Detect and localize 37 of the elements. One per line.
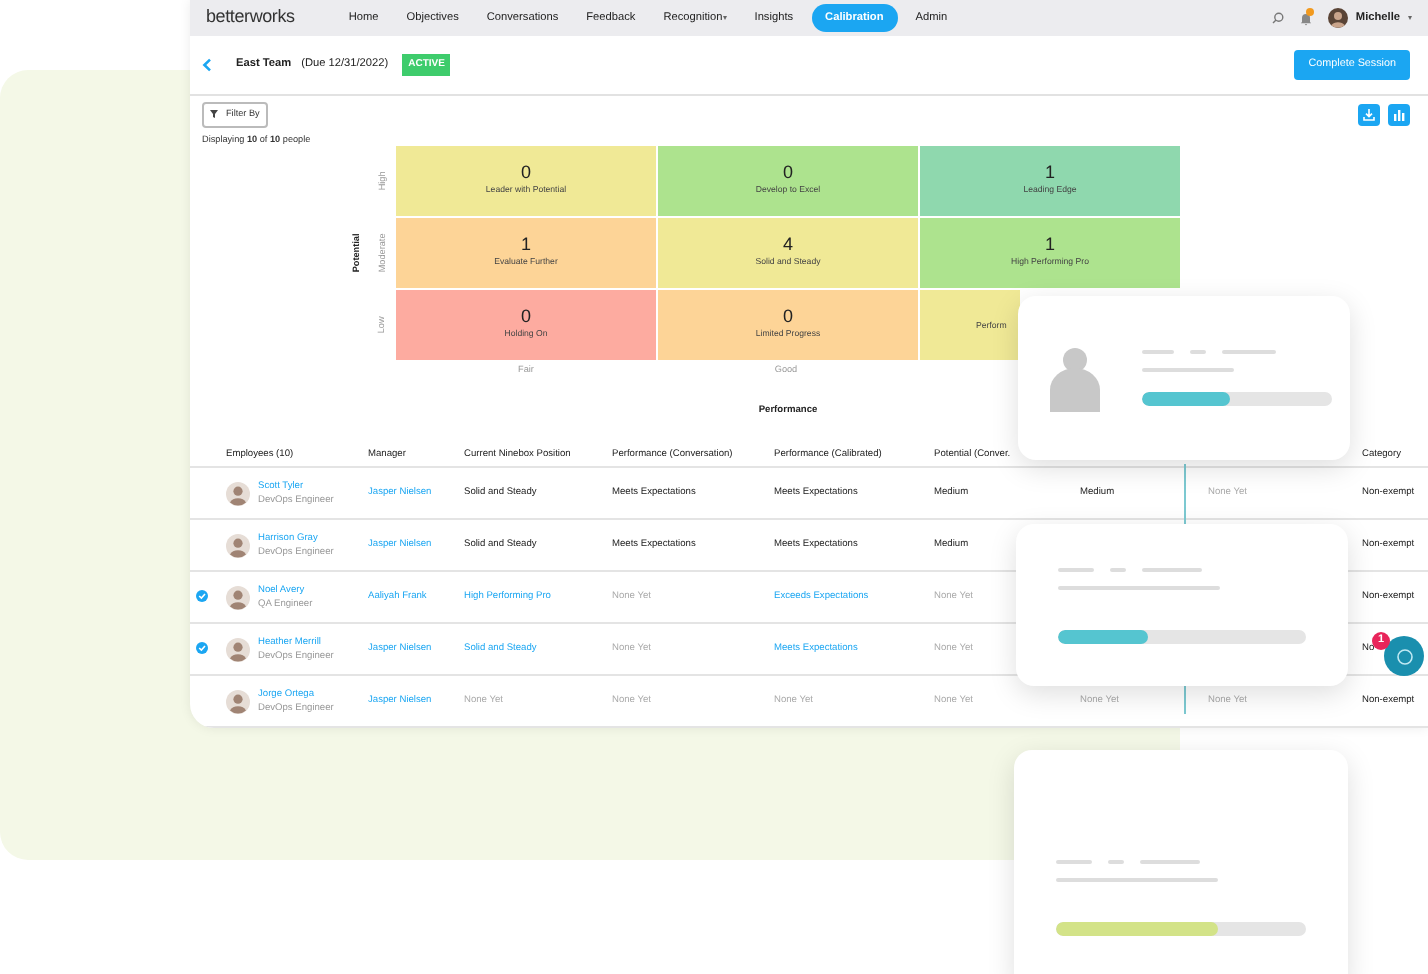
avatar-icon: [226, 637, 250, 662]
skeleton-line: [1107, 860, 1125, 864]
skeleton-line: [1142, 567, 1203, 571]
avatar-icon[interactable]: [1327, 8, 1348, 28]
skeleton-line: [1222, 350, 1276, 354]
logo[interactable]: betterworks: [206, 4, 295, 32]
cell-count: 0: [520, 164, 531, 183]
skeleton-line: [1109, 567, 1127, 571]
skeleton-line: [1190, 350, 1206, 354]
cell-count: 0: [782, 164, 793, 183]
check-icon[interactable]: [196, 590, 208, 603]
skeleton-line: [1142, 368, 1234, 372]
check-icon[interactable]: [196, 642, 208, 655]
person-icon: [1050, 345, 1100, 411]
search-icon[interactable]: [1271, 12, 1284, 24]
chat-icon: [1395, 647, 1413, 665]
cell-count: 0: [782, 308, 793, 327]
cell-count: 0: [520, 308, 531, 327]
filter-icon: [210, 110, 218, 119]
avatar-icon: [226, 689, 250, 714]
cell-count: 1: [1044, 164, 1055, 183]
chart-button[interactable]: [1388, 104, 1410, 126]
skeleton-line: [1058, 567, 1094, 571]
skeleton-line: [1056, 860, 1092, 864]
back-icon[interactable]: [202, 58, 212, 72]
bell-icon[interactable]: [1299, 11, 1312, 25]
avatar-icon: [226, 533, 250, 558]
cell-count: 1: [520, 236, 531, 255]
avatar-icon: [226, 585, 250, 610]
download-button[interactable]: [1358, 104, 1380, 126]
avatar-icon: [226, 481, 250, 506]
cell-count: 4: [782, 236, 793, 255]
download-icon: [1362, 108, 1376, 122]
bar-chart-icon: [1392, 108, 1406, 122]
skeleton-line: [1140, 860, 1201, 864]
skeleton-line: [1142, 350, 1174, 354]
cell-count: 1: [1044, 236, 1055, 255]
